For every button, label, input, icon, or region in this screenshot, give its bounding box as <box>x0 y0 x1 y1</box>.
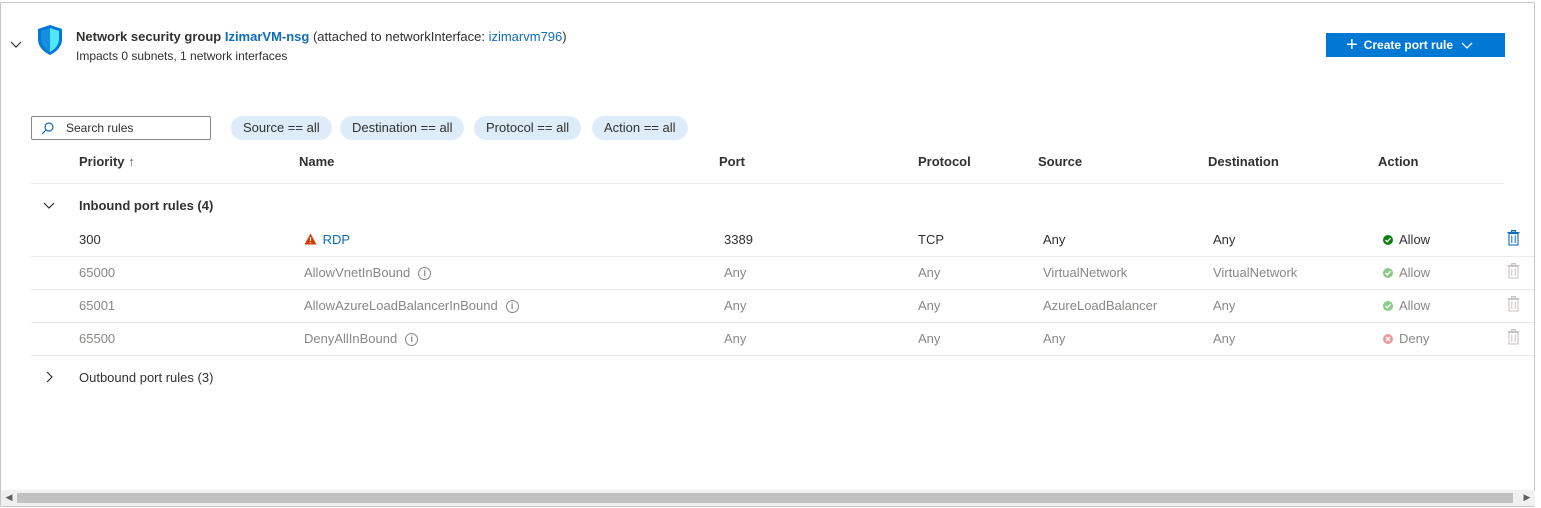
nsg-title: Network security group IzimarVM-nsg (att… <box>76 28 567 45</box>
rule-name: AllowAzureLoadBalancerInBound <box>304 298 498 313</box>
impacts-subtitle: Impacts 0 subnets, 1 network interfaces <box>76 49 288 63</box>
sort-ascending-icon: ↑ <box>128 154 135 169</box>
check-circle-icon <box>1383 235 1393 245</box>
trash-icon <box>1507 263 1520 279</box>
nsg-panel <box>0 2 1535 507</box>
chevron-down-icon[interactable] <box>8 36 24 52</box>
rule-priority: 65000 <box>79 265 116 280</box>
network-interface-link[interactable]: izimarvm796 <box>489 29 563 44</box>
create-port-rule-label: Create port rule <box>1363 38 1454 52</box>
rule-source: VirtualNetwork <box>1043 265 1128 280</box>
chevron-right-icon[interactable] <box>41 369 57 385</box>
attached-suffix: ) <box>562 29 567 44</box>
rule-protocol: Any <box>918 331 941 346</box>
column-priority[interactable]: Priority ↑ <box>79 154 135 169</box>
x-circle-icon <box>1383 334 1393 344</box>
rule-action: Allow <box>1383 232 1430 248</box>
column-protocol[interactable]: Protocol <box>918 154 971 169</box>
warning-icon <box>304 233 317 245</box>
column-port[interactable]: Port <box>719 154 745 169</box>
trash-icon <box>1507 329 1520 345</box>
chevron-down-icon[interactable] <box>41 197 57 213</box>
rule-priority: 65001 <box>79 298 116 313</box>
row-divider <box>31 256 1534 257</box>
arrow-left-icon[interactable]: ◀ <box>3 492 15 503</box>
rule-destination: Any <box>1213 298 1236 313</box>
rule-protocol: TCP <box>918 232 944 247</box>
rule-destination: Any <box>1213 232 1236 247</box>
rule-name: DenyAllInBound <box>304 331 398 346</box>
rule-port: Any <box>724 298 747 313</box>
rule-priority: 300 <box>79 232 101 247</box>
check-circle-icon <box>1383 268 1393 278</box>
rule-source: AzureLoadBalancer <box>1043 298 1158 313</box>
title-prefix: Network security group <box>76 29 222 44</box>
nsg-name-link[interactable]: IzimarVM-nsg <box>225 29 310 44</box>
info-icon[interactable]: i <box>505 300 519 314</box>
rule-port: Any <box>724 265 747 280</box>
outbound-group-label[interactable]: Outbound port rules (3) <box>79 370 213 385</box>
column-priority-label: Priority <box>79 154 125 169</box>
rule-protocol: Any <box>918 298 941 313</box>
rule-port: Any <box>724 331 747 346</box>
rule-name-cell: RDP <box>304 232 350 248</box>
arrow-right-icon[interactable]: ▶ <box>1521 492 1533 503</box>
rule-action: Allow <box>1383 265 1430 281</box>
rule-name-cell: AllowAzureLoadBalancerInBound i <box>304 298 519 314</box>
trash-icon <box>1507 296 1520 312</box>
shield-icon <box>38 25 62 55</box>
row-divider <box>31 355 1534 356</box>
trash-icon[interactable] <box>1507 230 1520 246</box>
rule-action-label: Allow <box>1399 298 1431 313</box>
rule-destination: VirtualNetwork <box>1213 265 1298 280</box>
rule-port: 3389 <box>724 232 753 247</box>
filter-action[interactable]: Action == all <box>592 116 688 140</box>
scrollbar-thumb[interactable] <box>17 493 1513 503</box>
column-action[interactable]: Action <box>1378 154 1418 169</box>
rule-name: AllowVnetInBound <box>304 265 411 280</box>
rule-name-link[interactable]: RDP <box>323 232 350 247</box>
rule-action: Deny <box>1383 331 1429 347</box>
rule-protocol: Any <box>918 265 941 280</box>
info-icon[interactable]: i <box>418 267 432 281</box>
chevron-down-icon <box>1461 42 1473 49</box>
filter-protocol[interactable]: Protocol == all <box>474 116 582 140</box>
row-divider <box>31 289 1534 290</box>
rule-action-label: Deny <box>1399 331 1430 346</box>
rule-destination: Any <box>1213 331 1236 346</box>
plus-icon: + <box>1346 34 1358 56</box>
rule-action: Allow <box>1383 298 1430 314</box>
create-port-rule-button[interactable]: + Create port rule <box>1326 33 1505 57</box>
rule-action-label: Allow <box>1399 265 1431 280</box>
column-name[interactable]: Name <box>299 154 334 169</box>
search-input[interactable] <box>66 121 196 135</box>
rule-source: Any <box>1043 331 1066 346</box>
rule-priority: 65500 <box>79 331 116 346</box>
search-box[interactable] <box>31 116 211 140</box>
filter-destination[interactable]: Destination == all <box>340 116 465 140</box>
column-source[interactable]: Source <box>1038 154 1082 169</box>
attached-prefix: (attached to networkInterface: <box>312 29 489 44</box>
column-destination[interactable]: Destination <box>1208 154 1279 169</box>
info-icon[interactable]: i <box>405 333 419 347</box>
filter-source[interactable]: Source == all <box>231 116 332 140</box>
header-divider <box>31 183 1504 184</box>
rule-source: Any <box>1043 232 1066 247</box>
rule-name-cell: AllowVnetInBound i <box>304 265 432 281</box>
row-divider <box>31 322 1534 323</box>
check-circle-icon <box>1383 301 1393 311</box>
inbound-group-label[interactable]: Inbound port rules (4) <box>79 198 213 213</box>
rule-name-cell: DenyAllInBound i <box>304 331 419 347</box>
rule-action-label: Allow <box>1399 232 1431 247</box>
search-icon <box>41 121 54 134</box>
